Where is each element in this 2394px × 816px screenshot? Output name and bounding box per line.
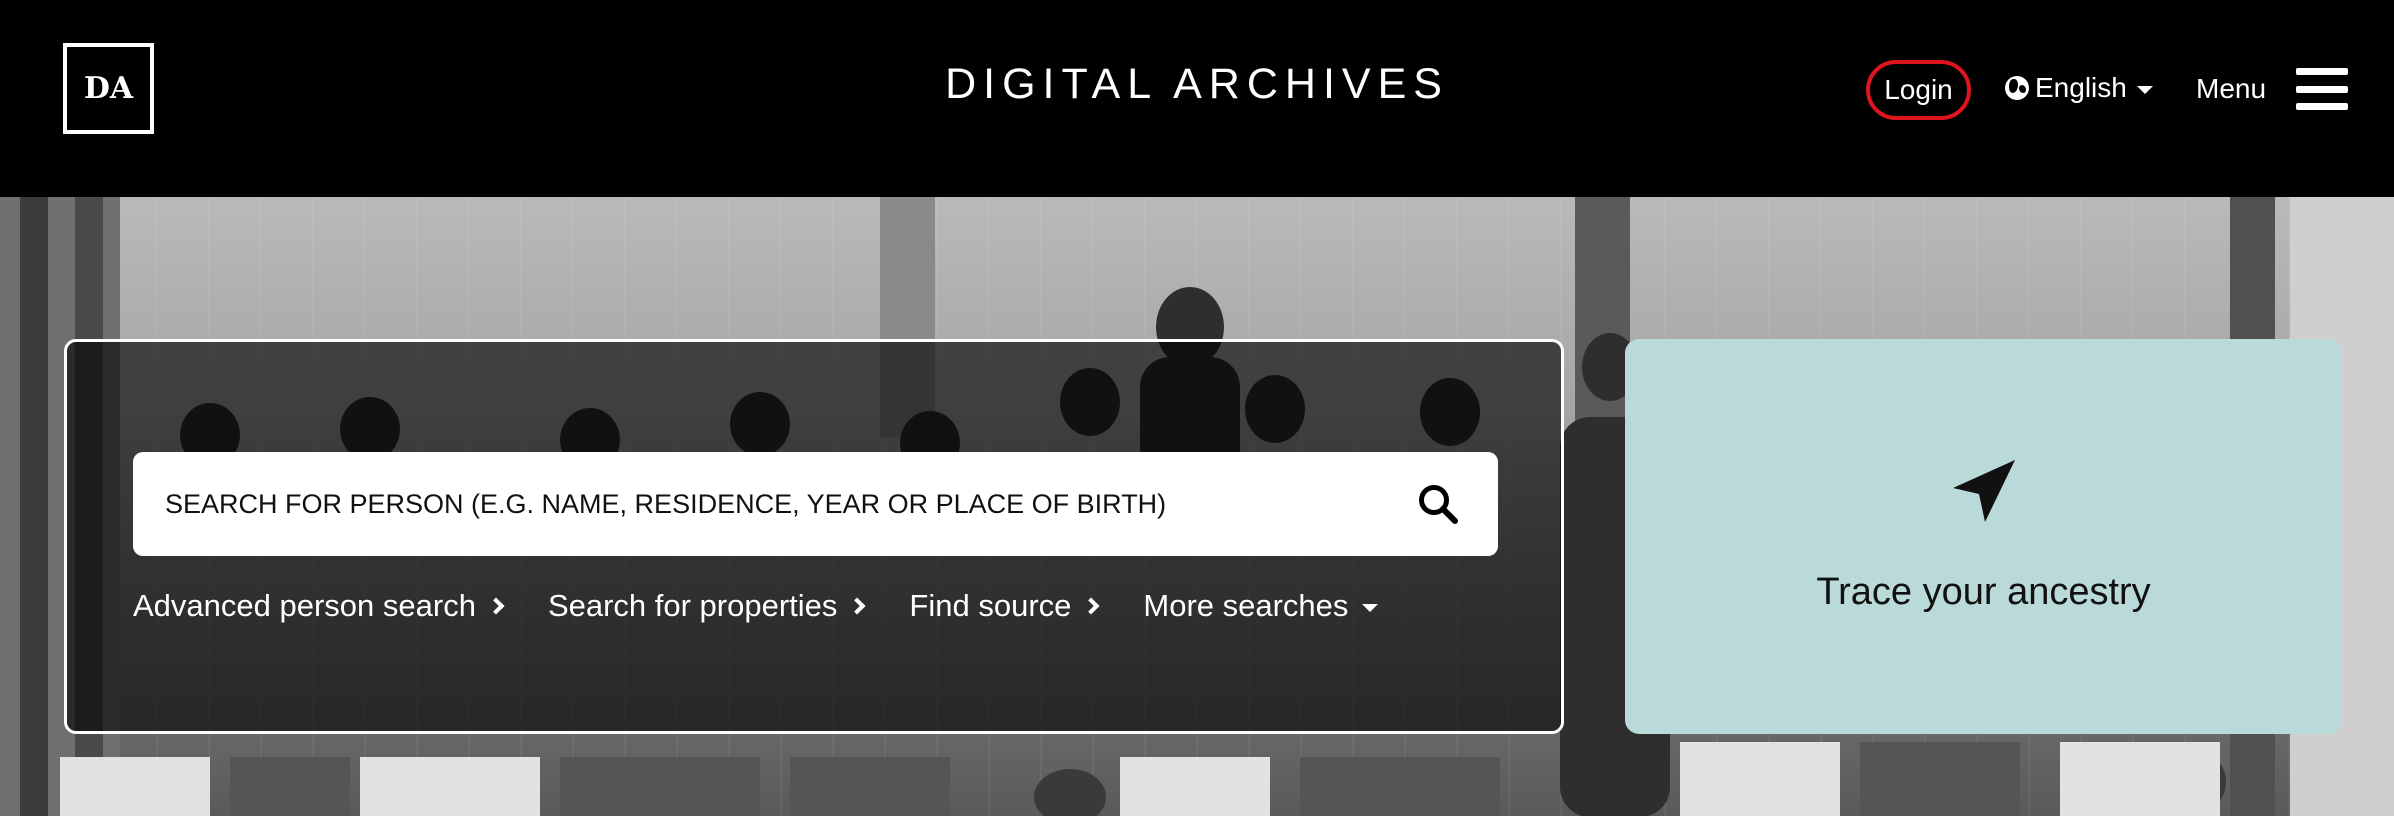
chevron-right-icon	[487, 597, 505, 615]
person-search-input[interactable]	[165, 488, 1410, 520]
hero-section: Advanced person search Search for proper…	[0, 197, 2394, 816]
find-source-label: Find source	[909, 588, 1072, 623]
search-box	[133, 452, 1498, 556]
more-searches-dropdown[interactable]: More searches	[1143, 588, 1379, 624]
globe-icon	[2005, 76, 2029, 100]
advanced-person-search-link[interactable]: Advanced person search	[133, 588, 505, 624]
menu-button[interactable]: Menu	[2196, 64, 2349, 114]
trace-ancestry-card[interactable]: Trace your ancestry	[1625, 339, 2342, 734]
caret-down-icon	[2136, 86, 2153, 94]
menu-label: Menu	[2196, 73, 2267, 104]
search-links: Advanced person search Search for proper…	[133, 588, 1379, 624]
login-label: Login	[1884, 74, 1953, 105]
search-for-properties-link[interactable]: Search for properties	[547, 588, 866, 624]
navigation-arrow-icon	[1953, 460, 2015, 522]
login-button[interactable]: Login	[1866, 60, 1971, 120]
more-searches-label: More searches	[1143, 588, 1349, 623]
language-label: English	[2035, 72, 2127, 103]
person-search-panel: Advanced person search Search for proper…	[64, 339, 1564, 734]
language-selector[interactable]: English	[2005, 68, 2153, 108]
chevron-right-icon	[1082, 597, 1100, 615]
advanced-person-search-label: Advanced person search	[133, 588, 476, 623]
hamburger-icon	[2296, 68, 2349, 110]
find-source-link[interactable]: Find source	[909, 588, 1100, 624]
chevron-right-icon	[848, 597, 866, 615]
site-header: DA DIGITAL ARCHIVES Login English Menu	[0, 0, 2394, 197]
caret-down-icon	[1362, 604, 1379, 612]
search-icon[interactable]	[1410, 476, 1466, 532]
trace-ancestry-label: Trace your ancestry	[1816, 571, 2151, 613]
search-for-properties-label: Search for properties	[547, 588, 838, 623]
